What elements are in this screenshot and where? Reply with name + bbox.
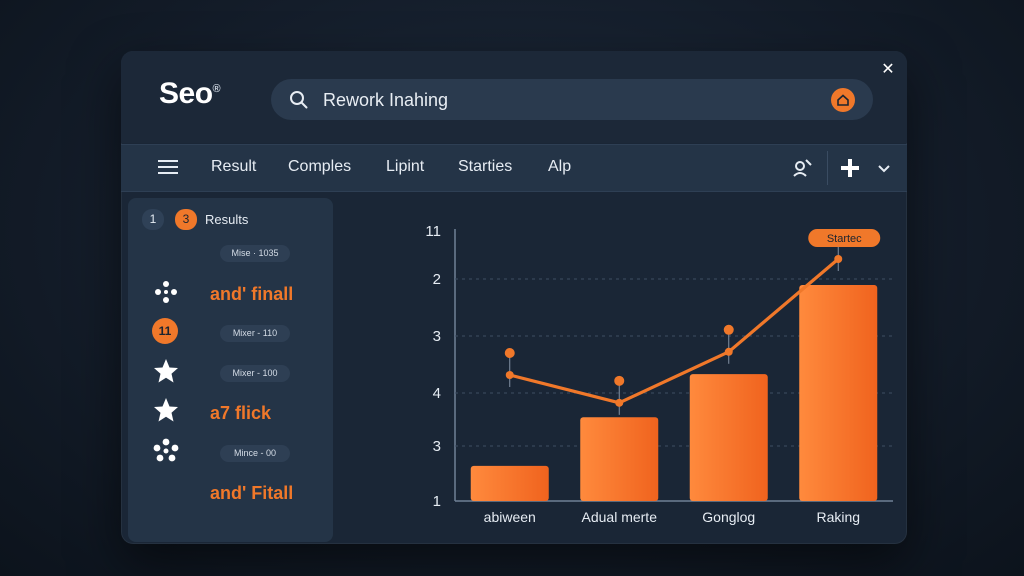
logo-mark: ® — [212, 83, 221, 95]
chevron-down-icon[interactable] — [875, 159, 893, 177]
close-icon: ✕ — [881, 61, 895, 78]
badge-11: 11 — [152, 318, 178, 344]
page-chip-1[interactable]: 1 — [142, 209, 164, 230]
flower-icon — [153, 438, 179, 462]
toolbar: Result Comples Lipint Starties Alp — [121, 144, 907, 192]
tab-comples[interactable]: Comples — [288, 158, 351, 176]
star-icon — [154, 398, 178, 422]
sidebar: 1 3 Results Mise · 1035 and' finall 11 M… — [128, 198, 333, 542]
results-label: Results — [205, 212, 249, 227]
annotation-label: Startec — [827, 233, 862, 245]
bar — [689, 374, 768, 501]
bar — [580, 417, 659, 501]
tab-result[interactable]: Result — [211, 158, 256, 176]
bar — [799, 285, 878, 501]
search-action-button[interactable] — [831, 88, 855, 112]
menu-icon[interactable] — [157, 158, 179, 176]
x-tick-label: abiween — [484, 509, 536, 525]
sidebar-label-3: and' Fitall — [210, 483, 294, 503]
app-window: Seo® Rework Inahing ✕ Result Comples Lip… — [121, 51, 907, 544]
search-icon — [290, 91, 308, 109]
line-point — [834, 255, 843, 263]
y-tick-label: 3 — [433, 328, 441, 345]
x-tick-label: Raking — [816, 509, 860, 525]
bar — [470, 465, 549, 501]
line-point — [505, 371, 514, 379]
pin-head — [723, 324, 734, 335]
home-icon — [837, 94, 849, 106]
sidebar-pill-3[interactable]: Mixer - 100 — [220, 365, 290, 382]
sidebar-label-1: and' finall — [210, 284, 294, 304]
y-tick-label: 3 — [433, 438, 441, 455]
bar-line-chart: 11 2 3 4 3 1 abiween Adual merte Gonglog Raking St… — [425, 223, 893, 525]
search-input[interactable]: Rework Inahing — [323, 90, 448, 111]
close-button[interactable]: ✕ — [879, 61, 897, 79]
header: Seo® Rework Inahing ✕ — [121, 51, 907, 143]
line-point — [615, 398, 624, 407]
y-tick-label: 4 — [433, 385, 441, 402]
search-bar[interactable]: Rework Inahing — [271, 79, 873, 120]
x-tick-label: Adual merte — [582, 509, 658, 525]
pin-head — [504, 348, 515, 358]
y-tick-label: 2 — [433, 271, 441, 288]
y-tick-label: 1 — [433, 493, 441, 510]
app-logo: Seo® — [159, 77, 221, 111]
sidebar-pill-2[interactable]: Mixer - 110 — [220, 325, 290, 342]
tab-starties[interactable]: Starties — [458, 158, 512, 176]
logo-text: Seo — [159, 77, 213, 110]
tab-alp[interactable]: Alp — [548, 158, 571, 176]
plus-icon[interactable] — [839, 157, 861, 179]
line-point — [724, 347, 733, 356]
user-edit-icon[interactable] — [791, 157, 813, 179]
page-chip-3[interactable]: 3 — [175, 209, 197, 230]
toolbar-divider — [827, 151, 828, 185]
sidebar-pill-4[interactable]: Mince - 00 — [220, 445, 290, 462]
sidebar-label-2: a7 flick — [210, 403, 272, 423]
dots-cluster-icon — [155, 281, 177, 303]
sidebar-pill-1[interactable]: Mise · 1035 — [220, 245, 290, 262]
pin-head — [614, 375, 625, 386]
x-tick-label: Gonglog — [702, 509, 755, 525]
tab-lipint[interactable]: Lipint — [386, 158, 424, 176]
star-icon — [154, 359, 178, 383]
y-tick-label: 11 — [425, 223, 441, 240]
series-line — [509, 257, 840, 405]
